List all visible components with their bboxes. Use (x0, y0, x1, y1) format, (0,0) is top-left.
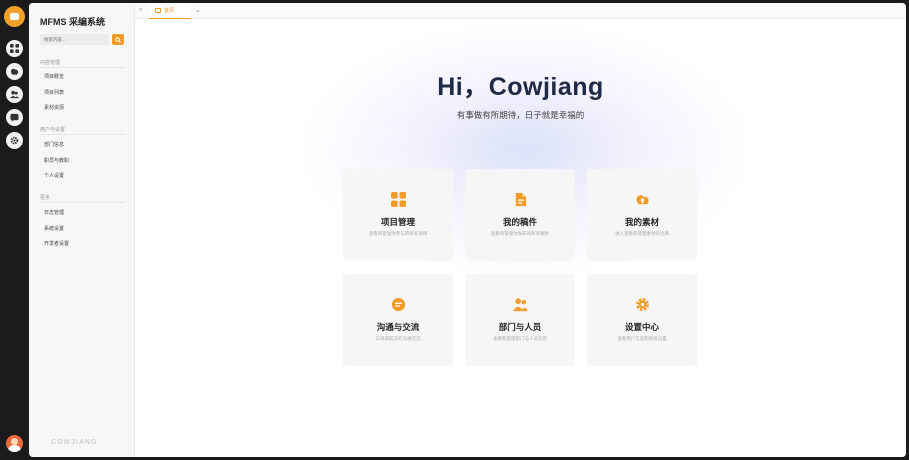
home-tab-icon (155, 8, 161, 13)
search-input[interactable] (40, 34, 109, 45)
sidebar-item-personal-settings[interactable]: 个人设置 (44, 172, 64, 179)
user-avatar[interactable] (6, 435, 23, 452)
divider (40, 134, 125, 135)
card-description: 进入查看和管理素材的仓库 (615, 231, 669, 236)
card-communication[interactable]: 沟通与交流 与项目成员的沟通交流 (343, 274, 453, 366)
chevron-down-icon[interactable]: ⌄ (195, 6, 201, 14)
card-settings-center[interactable]: 设置中心 查看用户信息和系统设置 (587, 274, 697, 366)
cloud-upload-icon (634, 191, 650, 207)
sidebar-group-users: 用户与设置 (40, 127, 66, 133)
rail-apps-button[interactable] (6, 40, 23, 57)
rail-cloud-button[interactable] (6, 63, 23, 80)
card-description: 查看和管理部门与人员信息 (493, 336, 547, 341)
card-my-assets[interactable]: 我的素材 进入查看和管理素材的仓库 (587, 169, 697, 261)
divider (40, 202, 125, 203)
chat-icon (10, 113, 19, 122)
sidebar-item-assets[interactable]: 素材资源 (44, 104, 64, 111)
collapse-sidebar-icon[interactable]: « (139, 7, 142, 13)
app-grid-icon (10, 44, 19, 53)
search-icon (115, 36, 121, 43)
card-departments-people[interactable]: 部门与人员 查看和管理部门与人员信息 (465, 274, 575, 366)
users-icon (10, 90, 19, 99)
sidebar-item-system-settings[interactable]: 系统设置 (44, 225, 64, 232)
sidebar-item-staff[interactable]: 职员与教职 (44, 157, 69, 164)
search-button[interactable] (112, 34, 124, 45)
sidebar-item-logs[interactable]: 日志管理 (44, 209, 64, 216)
card-project-management[interactable]: 项目管理 查看和管理你参与的所有项目 (343, 169, 453, 261)
rail-users-button[interactable] (6, 86, 23, 103)
rail-chat-button[interactable] (6, 109, 23, 126)
sidebar-item-project-list[interactable]: 项目列表 (44, 89, 64, 96)
sidebar: MFMS 采编系统 内容管理 项目概览 项目列表 素材资源 用户与设置 部门信息… (29, 3, 135, 457)
tab-label: 首页 (164, 8, 175, 14)
rail-settings-button[interactable] (6, 132, 23, 149)
card-title: 项目管理 (380, 217, 415, 227)
footer-brand: COWJIANG (51, 439, 98, 446)
sidebar-item-project-overview[interactable]: 项目概览 (44, 73, 64, 80)
divider (40, 67, 125, 68)
card-description: 查看和管理你发布的所有稿件 (490, 231, 550, 236)
greeting-subtitle: 有事做有所期待，日子就是幸福的 (456, 110, 585, 120)
people-icon (512, 296, 528, 312)
app-logo[interactable] (4, 6, 25, 27)
card-my-manuscripts[interactable]: 我的稿件 查看和管理你发布的所有稿件 (465, 169, 575, 261)
app-window: MFMS 采编系统 内容管理 项目概览 项目列表 素材资源 用户与设置 部门信息… (29, 3, 906, 457)
card-description: 查看用户信息和系统设置 (617, 336, 667, 341)
tab-bar: « 首页 ⌄ (135, 3, 906, 19)
card-title: 沟通与交流 (376, 322, 420, 332)
card-title: 我的稿件 (502, 217, 537, 227)
app-title: MFMS 采编系统 (40, 17, 105, 27)
card-title: 部门与人员 (498, 322, 542, 332)
card-description: 与项目成员的沟通交流 (375, 336, 421, 341)
sidebar-item-departments[interactable]: 部门信息 (44, 141, 64, 148)
cloud-icon (10, 68, 19, 75)
sidebar-item-developer-settings[interactable]: 开发者设置 (44, 240, 69, 247)
left-rail (0, 0, 29, 460)
main-content: Hi，Cowjiang 有事做有所期待，日子就是幸福的 项目管理 查看和管理你参… (135, 19, 906, 457)
card-description: 查看和管理你参与的所有项目 (368, 231, 428, 236)
greeting-title: Hi，Cowjiang (437, 73, 604, 101)
card-title: 设置中心 (624, 322, 659, 332)
document-icon (512, 191, 528, 207)
apps-icon (390, 191, 406, 207)
tab-home[interactable]: 首页 (149, 3, 191, 19)
chat-bubble-icon (390, 296, 406, 312)
card-title: 我的素材 (624, 217, 659, 227)
sidebar-group-content: 内容管理 (40, 60, 61, 66)
sidebar-group-more: 更多 (40, 195, 51, 201)
settings-icon (634, 296, 650, 312)
gear-icon (10, 136, 19, 145)
